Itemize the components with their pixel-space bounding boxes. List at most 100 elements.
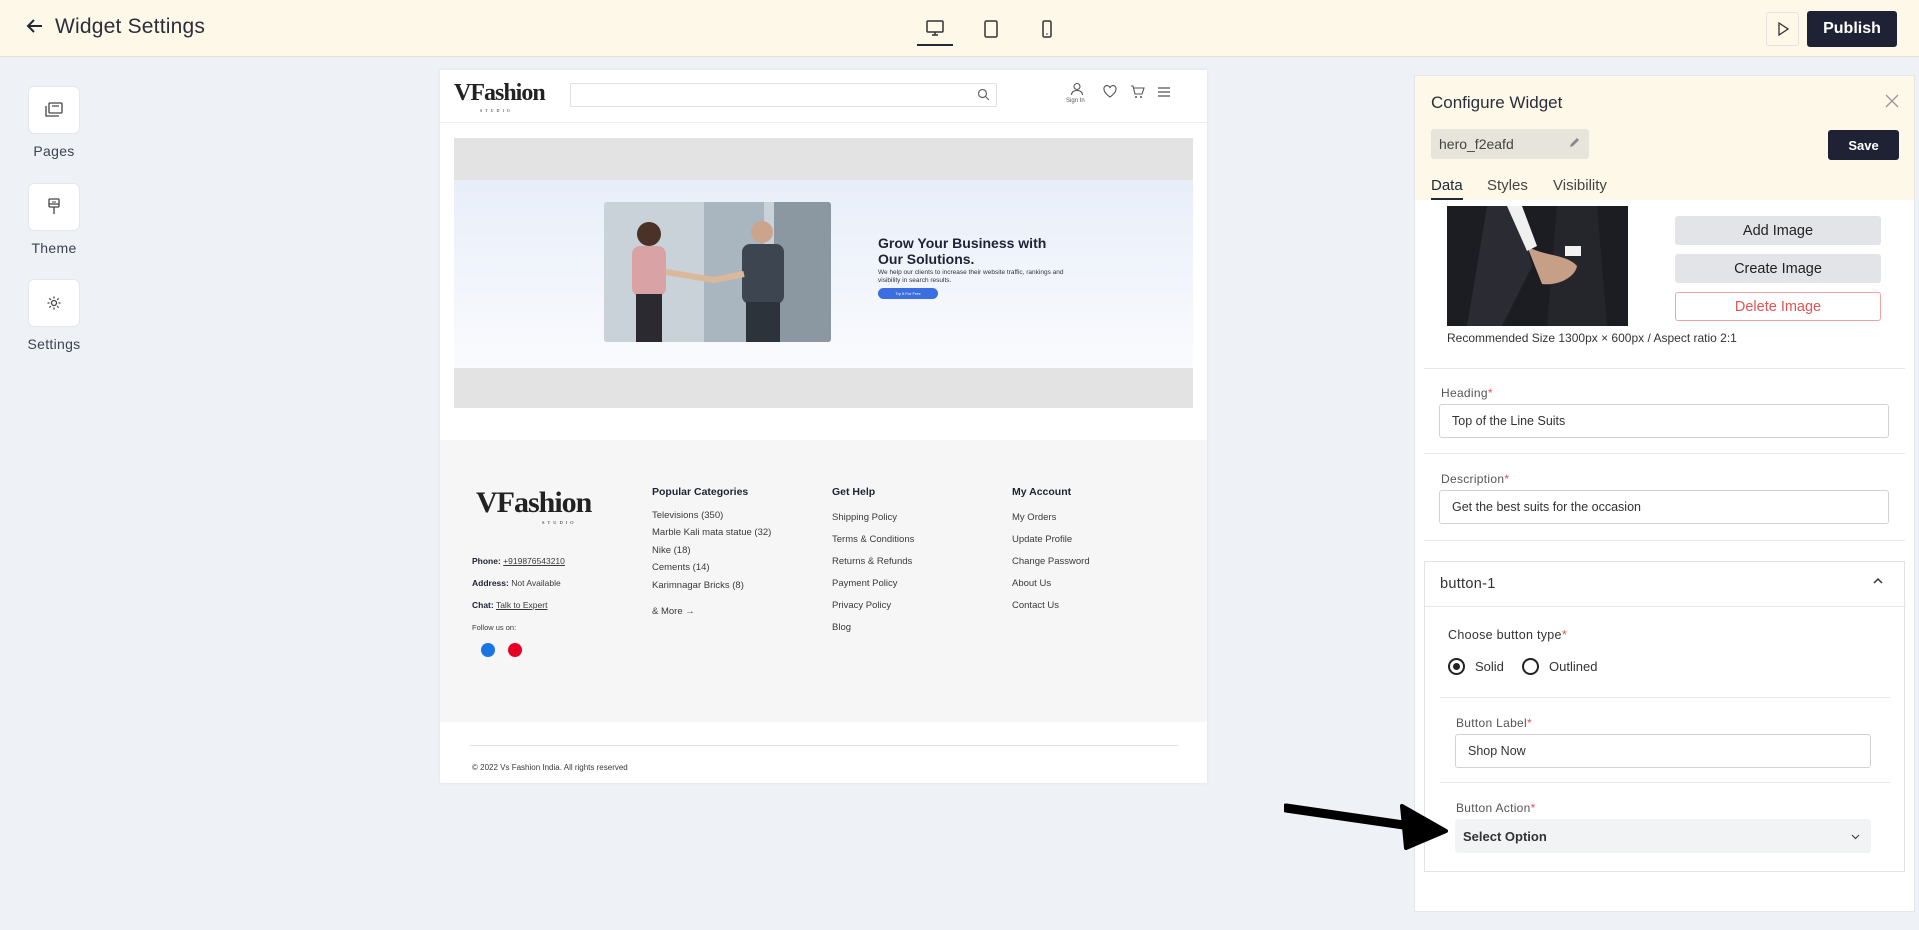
footer-link[interactable]: Terms & Conditions [832,534,914,545]
brush-icon [48,198,60,214]
play-icon [1777,22,1789,36]
divider [1440,697,1890,698]
tablet-view-button[interactable] [973,12,1009,46]
button-action-select[interactable]: Select Option [1455,819,1871,853]
footer-link[interactable]: Karimnagar Bricks (8) [652,580,744,591]
cart-icon[interactable] [1130,85,1145,99]
accordion-title[interactable]: button-1 [1440,576,1496,592]
tab-styles[interactable]: Styles [1487,177,1528,194]
footer-link[interactable]: About Us [1012,578,1051,589]
hero-cta-button[interactable]: Try It For Free [878,288,938,299]
mobile-icon [1042,20,1052,38]
footer-link[interactable]: Televisions (350) [652,510,723,521]
footer-phone-link[interactable]: +919876543210 [503,556,565,566]
footer-link[interactable]: Contact Us [1012,600,1059,611]
divider [1424,540,1905,541]
preview-search-input[interactable] [570,83,997,107]
footer-link[interactable]: Marble Kali mata statue (32) [652,527,771,538]
radio-solid[interactable] [1448,658,1465,675]
footer-link[interactable]: Payment Policy [832,578,897,589]
footer-phone: Phone: +919876543210 [472,556,565,566]
footer-logo[interactable]: VFashion STUDIO [476,486,592,525]
rail-label-settings: Settings [27,336,81,352]
desktop-icon [926,20,944,36]
preview-play-button[interactable] [1766,12,1799,46]
footer-address: Address: Not Available [472,578,561,588]
create-image-button[interactable]: Create Image [1675,254,1881,283]
footer-chat-link[interactable]: Talk to Expert [496,600,548,610]
tab-visibility[interactable]: Visibility [1553,177,1607,194]
hero-heading: Grow Your Business with Our Solutions. [878,235,1047,267]
radio-solid-label: Solid [1475,659,1504,674]
annotation-arrow-icon [1284,803,1448,850]
save-button[interactable]: Save [1828,130,1899,160]
button-action-label: Button Action* [1456,801,1536,815]
heart-icon[interactable] [1103,85,1117,98]
facebook-icon[interactable] [481,643,495,657]
rail-item-theme[interactable]: Theme [22,183,86,256]
description-input[interactable]: Get the best suits for the occasion [1439,490,1889,524]
back-arrow-icon[interactable] [26,17,44,39]
rail-item-settings[interactable]: Settings [22,279,86,352]
preview-header: VFashion STUDIO Sign In [440,70,1207,123]
footer-link[interactable]: Privacy Policy [832,600,891,611]
pages-icon [45,102,63,117]
settings-button[interactable] [28,279,80,327]
hero-description: We help our clients to increase their we… [878,269,1064,284]
menu-icon[interactable] [1158,87,1170,97]
button-label-input[interactable]: Shop Now [1455,734,1871,768]
mobile-view-button[interactable] [1029,12,1065,46]
delete-image-button[interactable]: Delete Image [1675,292,1881,321]
footer-link[interactable]: Update Profile [1012,534,1072,545]
hero-banner[interactable]: Grow Your Business with Our Solutions. W… [454,180,1193,368]
heading-input[interactable]: Top of the Line Suits [1439,404,1889,438]
site-logo[interactable]: VFashion STUDIO [454,80,546,113]
footer-copyright: © 2022 Vs Fashion India. All rights rese… [472,763,628,772]
desktop-view-button[interactable] [917,12,953,46]
button-type-label: Choose button type* [1448,628,1567,642]
pinterest-icon[interactable] [508,643,522,657]
gear-icon [47,296,61,310]
theme-button[interactable] [28,183,80,231]
chevron-up-icon[interactable] [1871,574,1885,588]
button-label-label: Button Label* [1456,716,1532,730]
footer-link[interactable]: Nike (18) [652,545,691,556]
widget-id-value: hero_f2eafd [1439,136,1514,152]
footer-chat: Chat: Talk to Expert [472,600,548,610]
button-1-accordion: button-1 Choose button type* Solid Outli… [1424,561,1906,872]
footer-link[interactable]: Cements (14) [652,562,710,573]
footer-col-title: Get Help [832,486,876,498]
footer-link[interactable]: Blog [832,622,851,633]
radio-outlined[interactable] [1522,658,1539,675]
site-preview: VFashion STUDIO Sign In Grow Your Busine… [440,70,1207,783]
hero-image [604,202,831,342]
tab-data[interactable]: Data [1431,177,1463,200]
widget-image-thumbnail[interactable] [1447,206,1628,326]
footer-link[interactable]: Returns & Refunds [832,556,912,567]
tablet-icon [984,20,998,38]
pencil-icon[interactable] [1568,136,1581,149]
footer-link[interactable]: Shipping Policy [832,512,897,523]
page-title: Widget Settings [55,15,206,38]
divider [1424,453,1905,454]
close-icon[interactable] [1885,90,1899,112]
description-label: Description* [1441,472,1510,486]
footer-more-link[interactable]: & More → [652,606,695,617]
user-icon[interactable] [1070,82,1084,96]
rail-label-theme: Theme [31,240,77,256]
pages-button[interactable] [28,86,80,134]
sign-in-link[interactable]: Sign In [1066,98,1085,104]
footer-follow-label: Follow us on: [472,623,517,632]
divider [1425,606,1906,607]
widget-id-field[interactable]: hero_f2eafd [1431,129,1589,159]
hero-padding-bottom [454,368,1193,408]
publish-button[interactable]: Publish [1807,11,1897,47]
radio-outlined-label: Outlined [1549,659,1598,674]
add-image-button[interactable]: Add Image [1675,216,1881,245]
rail-label-pages: Pages [33,143,75,159]
footer-link[interactable]: My Orders [1012,512,1056,523]
footer-link[interactable]: Change Password [1012,556,1090,567]
panel-header: Configure Widget hero_f2eafd Save Data S… [1415,76,1914,200]
panel-title: Configure Widget [1431,93,1563,112]
rail-item-pages[interactable]: Pages [22,86,86,159]
